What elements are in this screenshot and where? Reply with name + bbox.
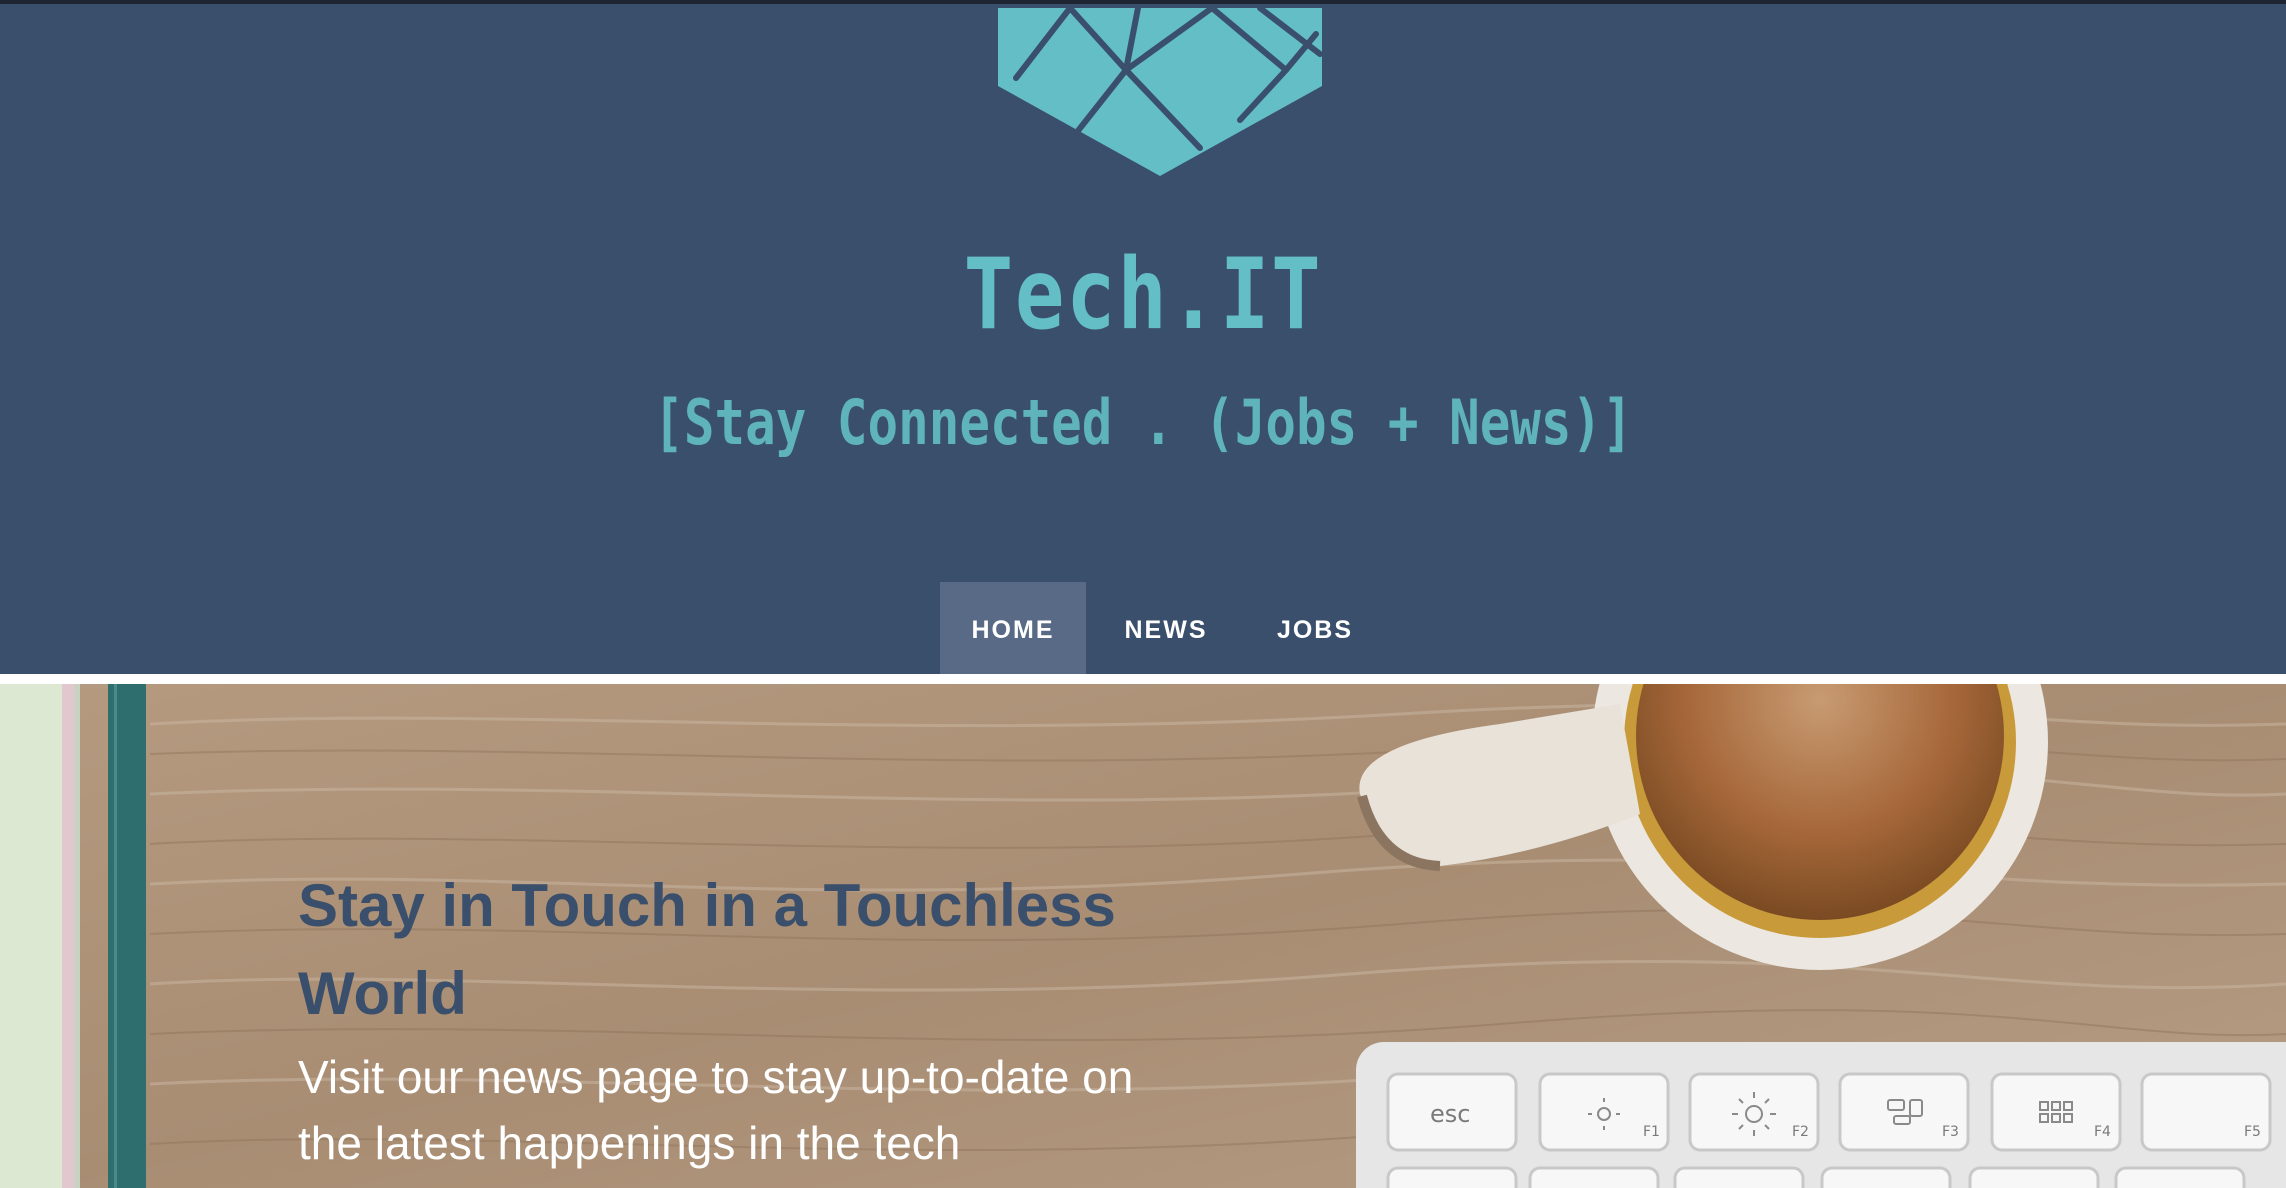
hexagon-grid-icon <box>998 8 1323 176</box>
nav-item-news[interactable]: NEWS <box>1086 582 1246 678</box>
brand-tagline: [Stay Connected . (Jobs + News)] <box>653 386 1633 459</box>
key-f2-label: F2 <box>1792 1124 1809 1140</box>
key-f5-label: F5 <box>2244 1124 2261 1140</box>
nav-item-home[interactable]: HOME <box>940 582 1086 678</box>
main-nav: HOME NEWS JOBS <box>940 582 1384 678</box>
page: Tech.IT [Stay Connected . (Jobs + News)]… <box>0 0 2286 1188</box>
header-divider <box>0 674 2286 684</box>
key-esc-label: esc <box>1430 1100 1470 1128</box>
key-f1-label: F1 <box>1643 1124 1660 1140</box>
site-header: Tech.IT [Stay Connected . (Jobs + News)]… <box>0 4 2286 678</box>
key-f3-label: F3 <box>1942 1124 1959 1140</box>
brand-title: Tech.IT <box>963 238 1323 352</box>
hero-body-text: Visit our news page to stay up-to-date o… <box>298 1051 1134 1169</box>
key-f4-label: F4 <box>2094 1124 2111 1140</box>
hero-text-block: Stay in Touch in a Touchless World Visit… <box>298 862 1198 1176</box>
nav-item-jobs[interactable]: JOBS <box>1246 582 1384 678</box>
hero-section: esc F1 F2 F3 F4 F5 Stay in Touch in a To… <box>0 684 2286 1188</box>
hero-heading: Stay in Touch in a Touchless World <box>298 872 1116 1027</box>
